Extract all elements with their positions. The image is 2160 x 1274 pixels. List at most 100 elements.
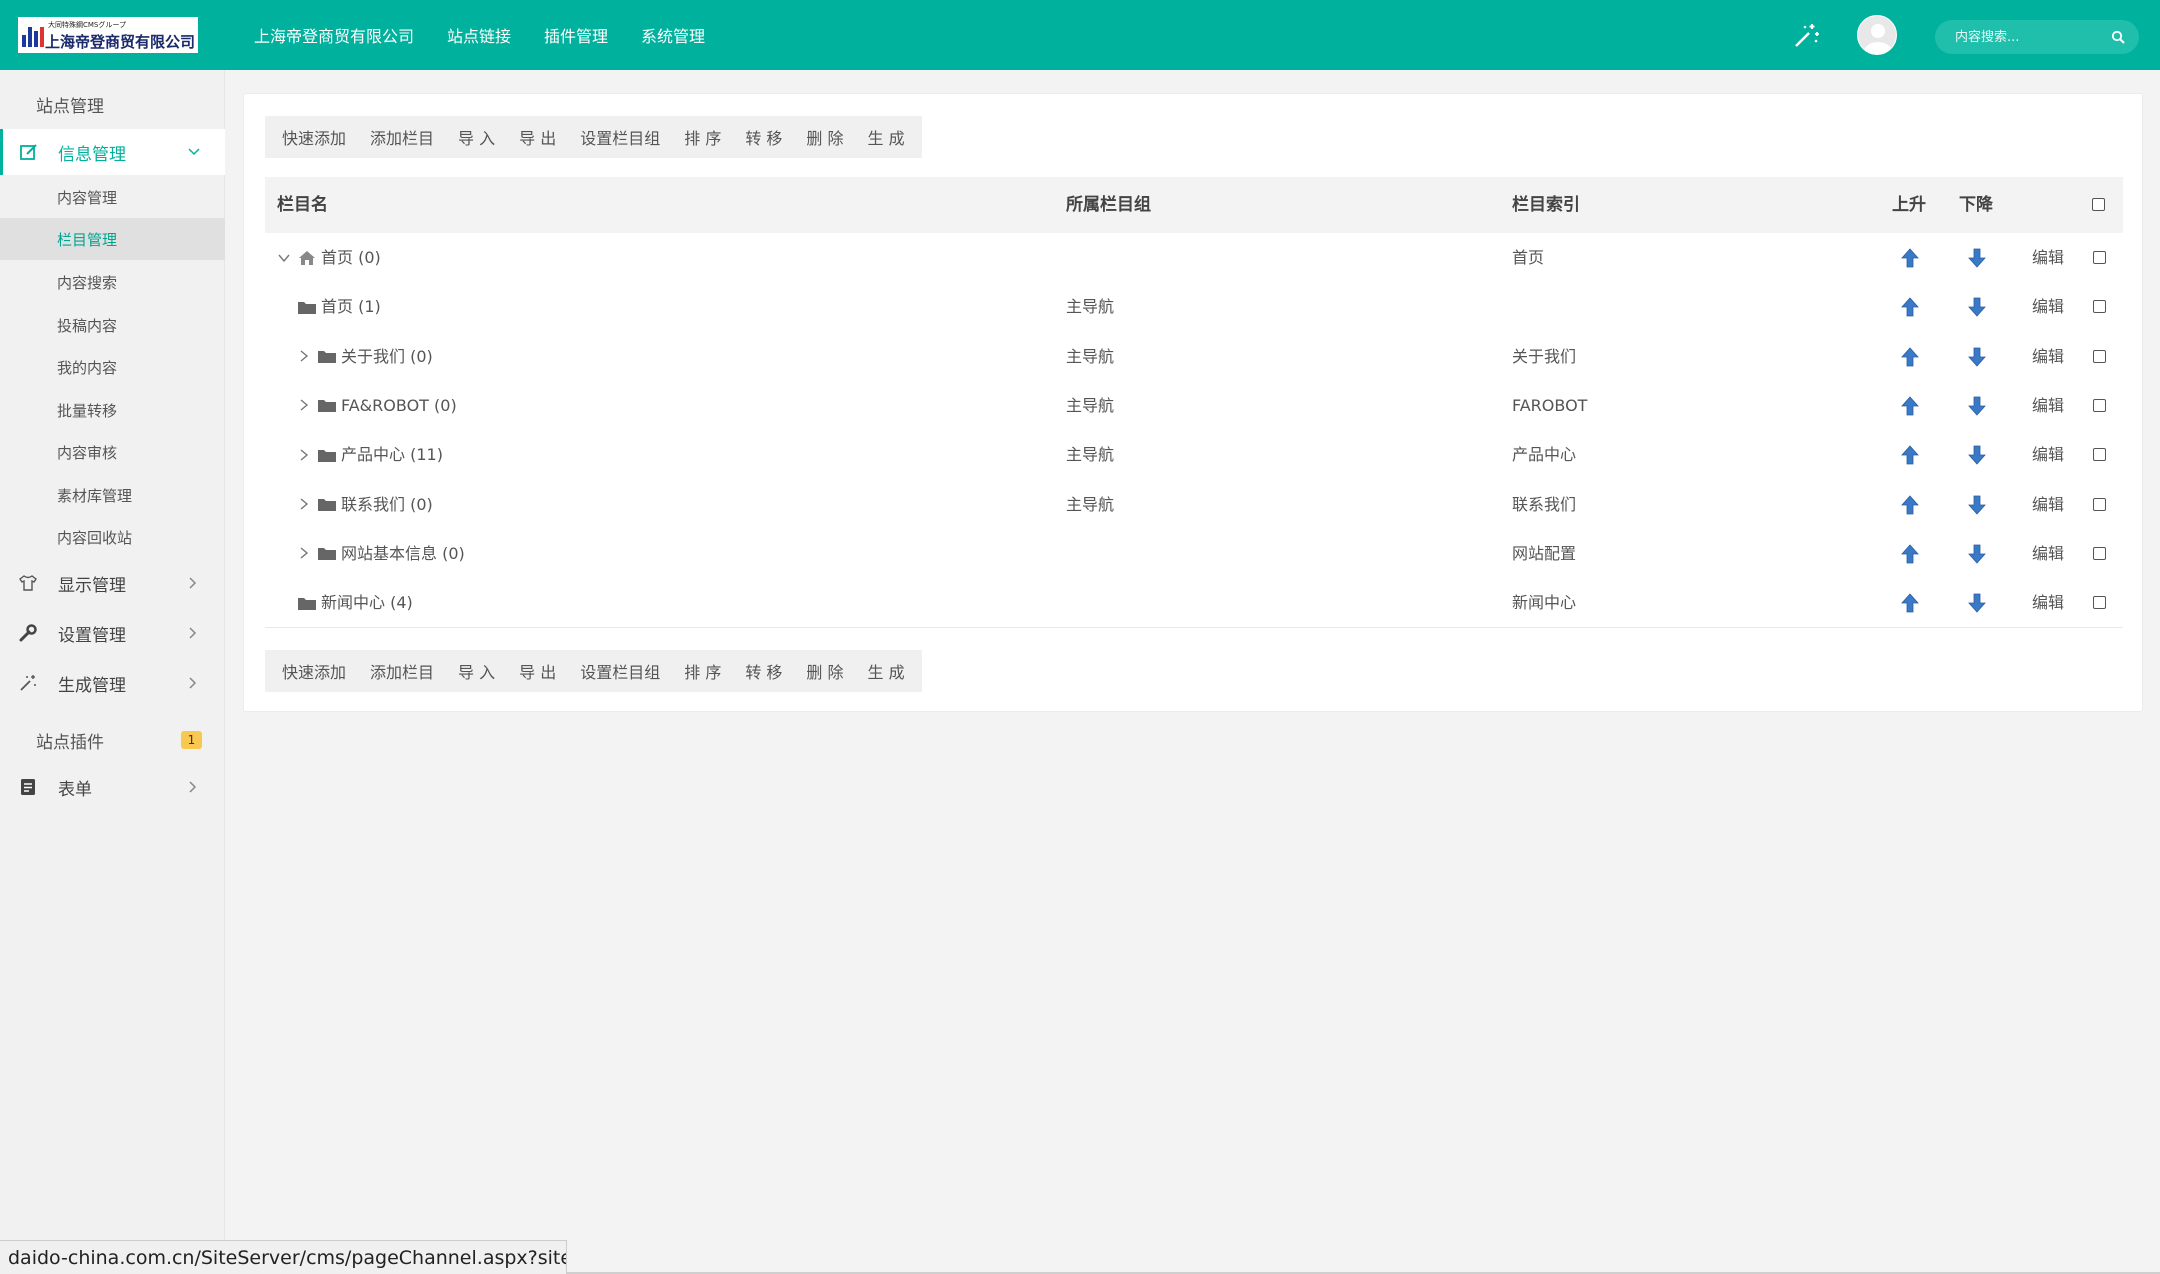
channel-name-link[interactable]: 关于我们 (0): [341, 332, 433, 381]
nav-system-management[interactable]: 系统管理: [641, 23, 705, 47]
nav-site-home[interactable]: 上海帝登商贸有限公司: [254, 23, 414, 47]
top-bar: 大同特殊鋼CMSグループ 上海帝登商贸有限公司 上海帝登商贸有限公司 站点链接 …: [0, 0, 2160, 70]
edit-link[interactable]: 编辑: [2032, 233, 2064, 282]
arrow-down-icon[interactable]: [1968, 544, 1986, 564]
arrow-up-icon[interactable]: [1901, 445, 1919, 465]
channel-name-cell: 网站基本信息 (0): [297, 529, 465, 578]
edit-icon: [20, 144, 37, 160]
channel-name-link[interactable]: 网站基本信息 (0): [341, 529, 465, 578]
sidebar-item-content-search[interactable]: 内容搜索: [0, 261, 225, 303]
search-icon[interactable]: [2111, 30, 2125, 44]
sidebar-item-batch-transfer[interactable]: 批量转移: [0, 389, 225, 431]
sidebar-group-generate-management[interactable]: 生成管理: [0, 660, 225, 706]
table-row: 网站基本信息 (0) 网站配置 编辑: [265, 529, 2123, 578]
transfer-button[interactable]: 转 移: [733, 116, 794, 158]
sort-button[interactable]: 排 序: [672, 116, 733, 158]
arrow-down-icon[interactable]: [1968, 593, 1986, 613]
chevron-down-icon[interactable]: [277, 251, 291, 265]
arrow-down-icon[interactable]: [1968, 445, 1986, 465]
arrow-up-icon[interactable]: [1901, 346, 1919, 367]
export-button[interactable]: 导 出: [507, 650, 568, 692]
table-row: 首页 (1) 主导航 编辑: [265, 282, 2123, 331]
channel-name-link[interactable]: 产品中心 (11): [341, 430, 443, 479]
browser-status-bar: daido-china.com.cn/SiteServer/cms/pageCh…: [0, 1240, 567, 1274]
add-channel-button[interactable]: 添加栏目: [358, 116, 446, 158]
edit-link[interactable]: 编辑: [2032, 381, 2064, 430]
sidebar-group-forms[interactable]: 表单: [0, 764, 225, 810]
sidebar-item-recycle-bin[interactable]: 内容回收站: [0, 516, 225, 558]
sidebar-item-channel-management[interactable]: 栏目管理: [0, 218, 225, 260]
arrow-up-icon[interactable]: [1901, 297, 1919, 317]
arrow-up-icon[interactable]: [1901, 396, 1919, 416]
row-checkbox[interactable]: [2093, 300, 2106, 314]
channel-name-link[interactable]: FA&ROBOT (0): [341, 381, 457, 430]
arrow-down-icon[interactable]: [1968, 297, 1986, 317]
channel-name-link[interactable]: 首页 (1): [321, 282, 381, 331]
arrow-down-icon[interactable]: [1968, 248, 1986, 268]
import-button[interactable]: 导 入: [446, 116, 507, 158]
chevron-right-icon[interactable]: [297, 497, 311, 511]
chevron-right-icon[interactable]: [297, 349, 311, 363]
import-button[interactable]: 导 入: [446, 650, 507, 692]
row-checkbox[interactable]: [2093, 546, 2106, 560]
row-checkbox[interactable]: [2093, 398, 2106, 412]
column-header-group: 所属栏目组: [1066, 195, 1151, 215]
channel-name-link[interactable]: 新闻中心 (4): [321, 578, 413, 627]
set-channel-group-button[interactable]: 设置栏目组: [568, 116, 672, 158]
edit-link[interactable]: 编辑: [2032, 282, 2064, 331]
generate-button[interactable]: 生 成: [856, 650, 917, 692]
arrow-up-icon[interactable]: [1901, 593, 1919, 613]
transfer-button[interactable]: 转 移: [733, 650, 794, 692]
sidebar-group-settings-management[interactable]: 设置管理: [0, 610, 225, 656]
arrow-up-icon[interactable]: [1901, 544, 1919, 564]
edit-link[interactable]: 编辑: [2032, 578, 2064, 627]
row-checkbox[interactable]: [2093, 497, 2106, 511]
sidebar-group-label: 显示管理: [58, 575, 126, 596]
arrow-up-icon[interactable]: [1901, 248, 1919, 268]
search-input[interactable]: [1955, 20, 2105, 54]
site-plugins-heading: 站点插件: [36, 733, 104, 753]
nav-site-links[interactable]: 站点链接: [447, 23, 511, 47]
sidebar-item-submissions[interactable]: 投稿内容: [0, 304, 225, 346]
sidebar-item-content-management[interactable]: 内容管理: [0, 176, 225, 218]
arrow-up-icon[interactable]: [1901, 494, 1919, 515]
row-checkbox[interactable]: [2093, 251, 2106, 264]
chevron-right-icon[interactable]: [297, 448, 311, 462]
chevron-right-icon[interactable]: [297, 546, 311, 560]
row-checkbox[interactable]: [2093, 448, 2106, 462]
quick-add-button[interactable]: 快速添加: [270, 116, 358, 158]
add-channel-button[interactable]: 添加栏目: [358, 650, 446, 692]
sort-button[interactable]: 排 序: [672, 650, 733, 692]
channel-name-link[interactable]: 首页 (0): [321, 233, 381, 282]
export-button[interactable]: 导 出: [507, 116, 568, 158]
sidebar-item-my-content[interactable]: 我的内容: [0, 346, 225, 388]
arrow-down-icon[interactable]: [1968, 347, 1986, 367]
row-checkbox[interactable]: [2093, 596, 2106, 610]
select-all-checkbox[interactable]: [2092, 198, 2105, 211]
row-checkbox[interactable]: [2093, 349, 2106, 363]
set-channel-group-button[interactable]: 设置栏目组: [568, 650, 672, 692]
sidebar-item-content-review[interactable]: 内容审核: [0, 431, 225, 473]
sidebar-item-media-library[interactable]: 素材库管理: [0, 474, 225, 516]
sidebar-group-display-management[interactable]: 显示管理: [0, 560, 225, 606]
edit-link[interactable]: 编辑: [2032, 529, 2064, 578]
channel-name-link[interactable]: 联系我们 (0): [341, 480, 433, 529]
edit-link[interactable]: 编辑: [2032, 480, 2064, 529]
chevron-right-icon: [189, 627, 197, 639]
arrow-down-icon[interactable]: [1968, 495, 1986, 515]
delete-button[interactable]: 删 除: [794, 650, 855, 692]
magic-wand-icon[interactable]: [1792, 22, 1820, 50]
generate-button[interactable]: 生 成: [856, 116, 917, 158]
chevron-right-icon: [189, 677, 197, 689]
delete-button[interactable]: 删 除: [794, 116, 855, 158]
user-avatar[interactable]: [1857, 15, 1897, 55]
quick-add-button[interactable]: 快速添加: [270, 650, 358, 692]
edit-link[interactable]: 编辑: [2032, 332, 2064, 381]
folder-icon: [318, 400, 336, 413]
chevron-right-icon[interactable]: [297, 398, 311, 412]
company-logo[interactable]: 大同特殊鋼CMSグループ 上海帝登商贸有限公司: [18, 17, 198, 53]
arrow-down-icon[interactable]: [1968, 396, 1986, 416]
nav-plugin-management[interactable]: 插件管理: [544, 23, 608, 47]
sidebar-group-info-management[interactable]: 信息管理: [0, 129, 225, 175]
edit-link[interactable]: 编辑: [2032, 430, 2064, 479]
